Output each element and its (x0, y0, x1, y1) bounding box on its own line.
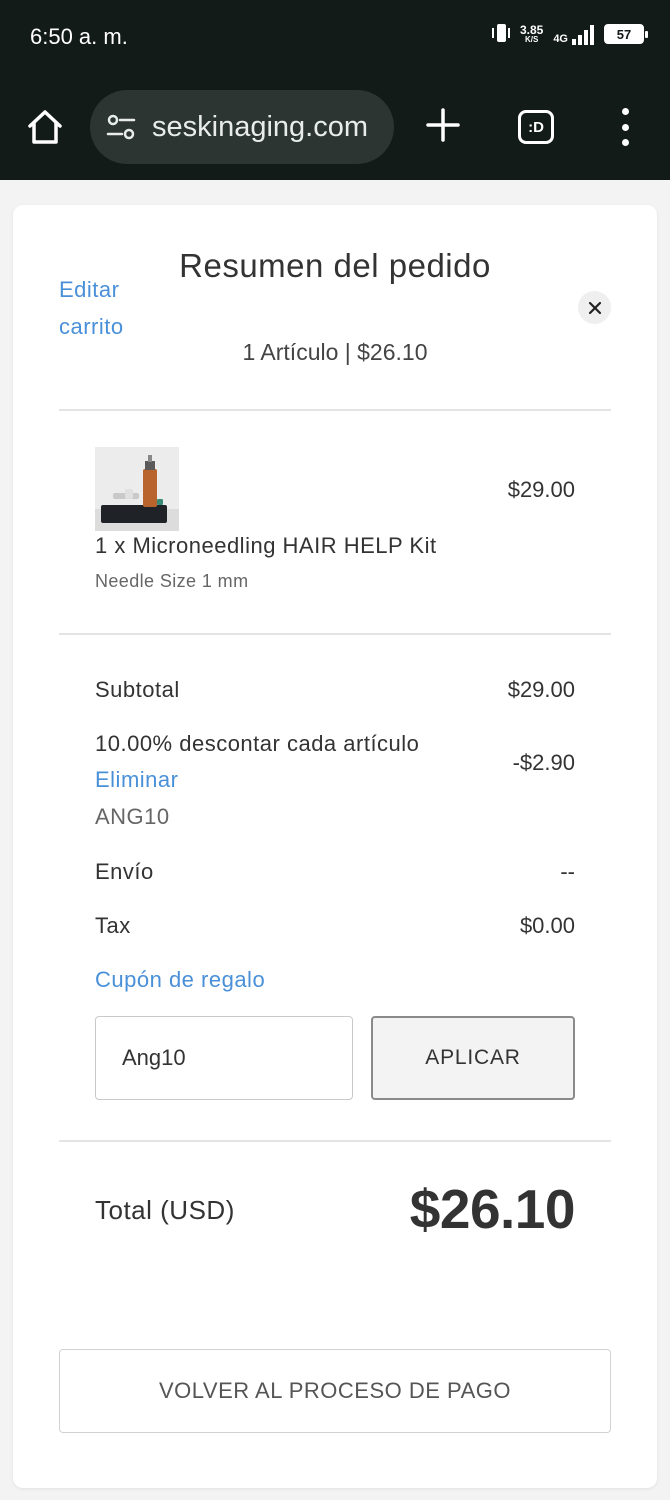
signal-icon: 4G (553, 23, 594, 45)
subtotal-value: $29.00 (507, 677, 575, 702)
discount-code: ANG10 (95, 804, 170, 829)
network-speed-unit: K/S (524, 35, 539, 44)
discount-value: -$2.90 (512, 750, 575, 775)
address-bar[interactable]: seskinaging.com (90, 90, 394, 164)
order-summary-card: Editar carrito Resumen del pedido 1 Artí… (13, 205, 657, 1488)
edit-cart-link[interactable]: Editar carrito (59, 271, 159, 345)
shipping-label: Envío (95, 859, 154, 884)
product-thumbnail (95, 447, 179, 531)
tab-switcher-icon[interactable]: :D (518, 110, 554, 144)
order-summary-title: Resumen del pedido (179, 247, 491, 284)
divider (59, 409, 611, 411)
gift-coupon-link[interactable]: Cupón de regalo (95, 967, 265, 993)
status-time: 6:50 a. m. (30, 24, 128, 49)
apply-coupon-button[interactable]: APLICAR (371, 1016, 575, 1100)
shipping-value: -- (560, 859, 575, 884)
status-icons: 3.85 K/S 4G 57 (491, 22, 648, 46)
divider (59, 633, 611, 635)
order-summary-subtitle: 1 Artículo | $26.10 (242, 339, 428, 365)
url-text[interactable]: seskinaging.com (152, 111, 388, 144)
total-value: $26.10 (409, 1178, 576, 1240)
close-icon (588, 301, 601, 314)
battery-level: 57 (616, 26, 632, 42)
subtotal-label: Subtotal (95, 677, 180, 702)
tax-value: $0.00 (519, 913, 575, 938)
new-tab-icon[interactable] (424, 106, 462, 144)
tab-switcher-label: :D (528, 118, 544, 136)
coupon-input[interactable]: Ang10 (95, 1016, 353, 1100)
divider (59, 1140, 611, 1142)
home-icon[interactable] (24, 106, 66, 148)
discount-label: 10.00% descontar cada artículo (95, 731, 420, 756)
battery-icon: 57 (604, 24, 648, 44)
vibrate-icon (491, 22, 510, 46)
tax-label: Tax (95, 913, 131, 938)
total-label: Total (USD) (95, 1195, 235, 1225)
remove-discount-link[interactable]: Eliminar (95, 767, 178, 793)
back-to-checkout-button[interactable]: VOLVER AL PROCESO DE PAGO (59, 1349, 611, 1433)
site-settings-icon[interactable] (104, 110, 138, 144)
product-name: 1 x Microneedling HAIR HELP Kit (95, 533, 437, 558)
product-variant: Needle Size 1 mm (95, 571, 249, 591)
browser-chrome: 6:50 a. m. 3.85 K/S 4G 57 seskinaging.co… (0, 0, 670, 180)
product-price: $29.00 (507, 477, 575, 502)
network-type: 4G (553, 33, 568, 45)
more-menu-icon[interactable] (612, 108, 638, 146)
network-speed: 3.85 K/S (520, 24, 543, 44)
close-button[interactable] (578, 291, 611, 324)
